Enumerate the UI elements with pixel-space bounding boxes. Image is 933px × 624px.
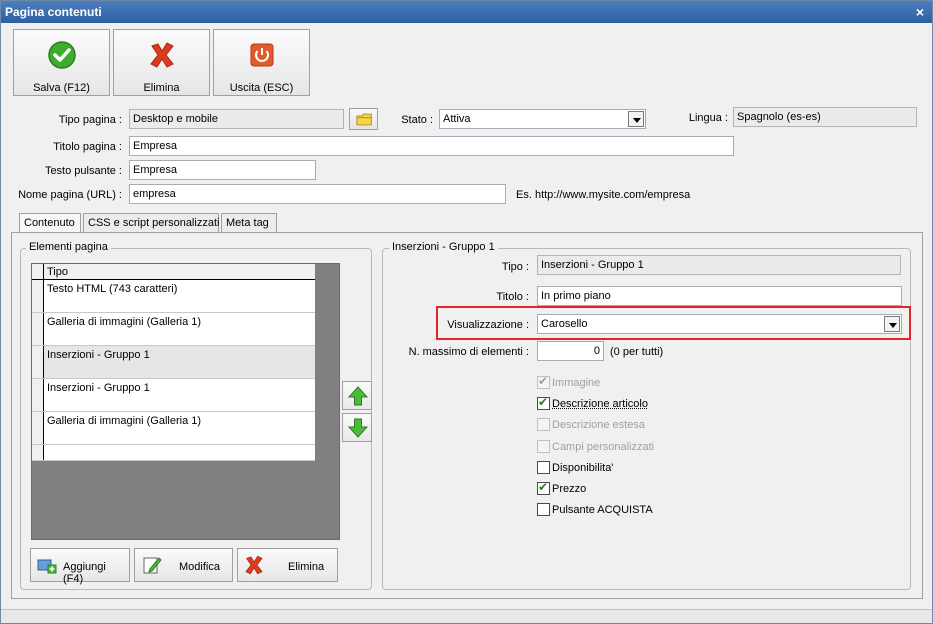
checkmark-icon: ✔: [538, 480, 549, 494]
checkbox-campi-personalizzati[interactable]: [537, 440, 550, 453]
max-elementi-hint: (0 per tutti): [610, 346, 664, 358]
lingua-label: Lingua :: [688, 112, 728, 124]
testo-pulsante-input[interactable]: Empresa: [129, 160, 316, 180]
titolo-pagina-input[interactable]: Empresa: [129, 136, 734, 156]
title-bar: Pagina contenuti ×: [1, 1, 932, 23]
checkmark-icon: ✔: [538, 395, 549, 409]
checkbox-prezzo[interactable]: ✔: [537, 480, 550, 495]
row-header-corner: [32, 264, 44, 280]
column-header-tipo[interactable]: Tipo: [47, 266, 68, 278]
row-cell-tipo: Inserzioni - Gruppo 1: [47, 382, 150, 394]
save-button[interactable]: Salva (F12): [13, 29, 110, 96]
row-header: [32, 313, 44, 345]
tipo-pagina-field: Desktop e mobile: [129, 109, 344, 129]
add-element-label: Aggiungi (F4): [63, 561, 106, 585]
delete-element-label: Elimina: [288, 561, 325, 573]
table-row[interactable]: Inserzioni - Gruppo 1: [32, 379, 315, 412]
row-header: [32, 379, 44, 411]
status-bar: [1, 609, 932, 623]
checkbox-descrizione-articolo-label: Descrizione articolo: [552, 398, 648, 410]
ins-titolo-input[interactable]: In primo piano: [537, 286, 902, 306]
red-x-icon: [245, 555, 263, 575]
row-header: [32, 445, 44, 460]
max-elementi-input[interactable]: 0: [537, 341, 604, 361]
checkbox-pulsante-acquista-label: Pulsante ACQUISTA: [552, 504, 653, 516]
stato-label: Stato :: [401, 114, 433, 126]
folder-icon: [356, 113, 372, 126]
row-cell-tipo: Galleria di immagini (Galleria 1): [47, 415, 202, 427]
delete-button-label: Elimina: [143, 82, 180, 94]
tab-meta-tag[interactable]: Meta tag: [221, 213, 277, 233]
stato-value: Attiva: [443, 113, 471, 125]
tipo-pagina-label: Tipo pagina :: [58, 114, 122, 126]
edit-element-button[interactable]: Modifica: [134, 548, 233, 582]
power-icon: [250, 43, 274, 67]
delete-element-button[interactable]: Elimina: [237, 548, 338, 582]
checkmark-icon: ✔: [538, 374, 549, 388]
tab-css-script[interactable]: CSS e script personalizzati: [83, 213, 219, 233]
add-icon: [37, 559, 57, 574]
tab-contenuto[interactable]: Contenuto: [19, 213, 81, 234]
ins-tipo-label: Tipo :: [501, 261, 529, 273]
check-icon: [48, 41, 76, 69]
row-header: [32, 412, 44, 444]
arrow-down-icon: [348, 418, 368, 438]
grid-header: Tipo: [32, 264, 315, 280]
table-row[interactable]: Galleria di immagini (Galleria 1): [32, 313, 315, 346]
checkbox-descrizione-estesa-label: Descrizione estesa: [552, 419, 645, 431]
row-cell-tipo: Testo HTML (743 caratteri): [47, 283, 178, 295]
pagina-contenuti-window: Pagina contenuti × Salva (F12) Elimina U…: [0, 0, 933, 624]
inserzioni-group-title: Inserzioni - Gruppo 1: [389, 241, 498, 253]
url-hint: Es. http://www.mysite.com/empresa: [516, 189, 691, 201]
add-element-button[interactable]: Aggiungi (F4): [30, 548, 130, 585]
row-header: [32, 280, 44, 312]
red-x-icon: [150, 42, 174, 68]
move-down-button[interactable]: [342, 413, 372, 442]
edit-icon: [143, 557, 162, 574]
nome-pagina-input[interactable]: empresa: [129, 184, 506, 204]
chevron-down-icon[interactable]: [628, 111, 644, 127]
table-row[interactable]: Testo HTML (743 caratteri): [32, 280, 315, 313]
stato-select[interactable]: Attiva: [439, 109, 646, 129]
elements-grid: Tipo Testo HTML (743 caratteri) Galleria…: [31, 263, 340, 540]
table-row-selected[interactable]: Inserzioni - Gruppo 1: [32, 346, 315, 379]
titolo-pagina-label: Titolo pagina :: [53, 141, 122, 153]
table-row[interactable]: Galleria di immagini (Galleria 1): [32, 412, 315, 445]
save-button-label: Salva (F12): [33, 82, 90, 94]
max-elementi-label: N. massimo di elementi :: [408, 346, 529, 358]
browse-folder-button[interactable]: [349, 108, 378, 130]
checkbox-immagine-label: Immagine: [552, 377, 601, 389]
row-cell-tipo: Inserzioni - Gruppo 1: [47, 349, 150, 361]
elementi-pagina-title: Elementi pagina: [26, 241, 111, 253]
checkbox-disponibilita-label: Disponibilita': [552, 462, 614, 474]
delete-button[interactable]: Elimina: [113, 29, 210, 96]
ins-titolo-label: Titolo :: [496, 291, 529, 303]
highlight-box: [436, 306, 911, 340]
checkbox-descrizione-estesa[interactable]: [537, 418, 550, 431]
checkbox-campi-personalizzati-label: Campi personalizzati: [552, 441, 655, 453]
row-cell-tipo: Galleria di immagini (Galleria 1): [47, 316, 202, 328]
move-up-button[interactable]: [342, 381, 372, 410]
exit-button-label: Uscita (ESC): [229, 82, 294, 94]
checkbox-pulsante-acquista[interactable]: [537, 503, 550, 516]
exit-button[interactable]: Uscita (ESC): [213, 29, 310, 96]
edit-element-label: Modifica: [179, 561, 220, 573]
arrow-up-icon: [348, 386, 368, 406]
row-header: [32, 346, 44, 378]
checkbox-descrizione-articolo[interactable]: ✔: [537, 395, 550, 410]
testo-pulsante-label: Testo pulsante :: [44, 165, 122, 177]
nome-pagina-label: Nome pagina (URL) :: [18, 189, 122, 201]
lingua-field: Spagnolo (es-es): [733, 107, 917, 127]
table-row-empty[interactable]: [32, 445, 315, 461]
checkbox-disponibilita[interactable]: [537, 461, 550, 474]
close-icon[interactable]: ×: [916, 1, 924, 23]
ins-tipo-field: Inserzioni - Gruppo 1: [537, 255, 901, 275]
checkbox-immagine[interactable]: ✔: [537, 374, 550, 389]
checkbox-prezzo-label: Prezzo: [552, 483, 587, 495]
window-title: Pagina contenuti: [5, 5, 102, 19]
